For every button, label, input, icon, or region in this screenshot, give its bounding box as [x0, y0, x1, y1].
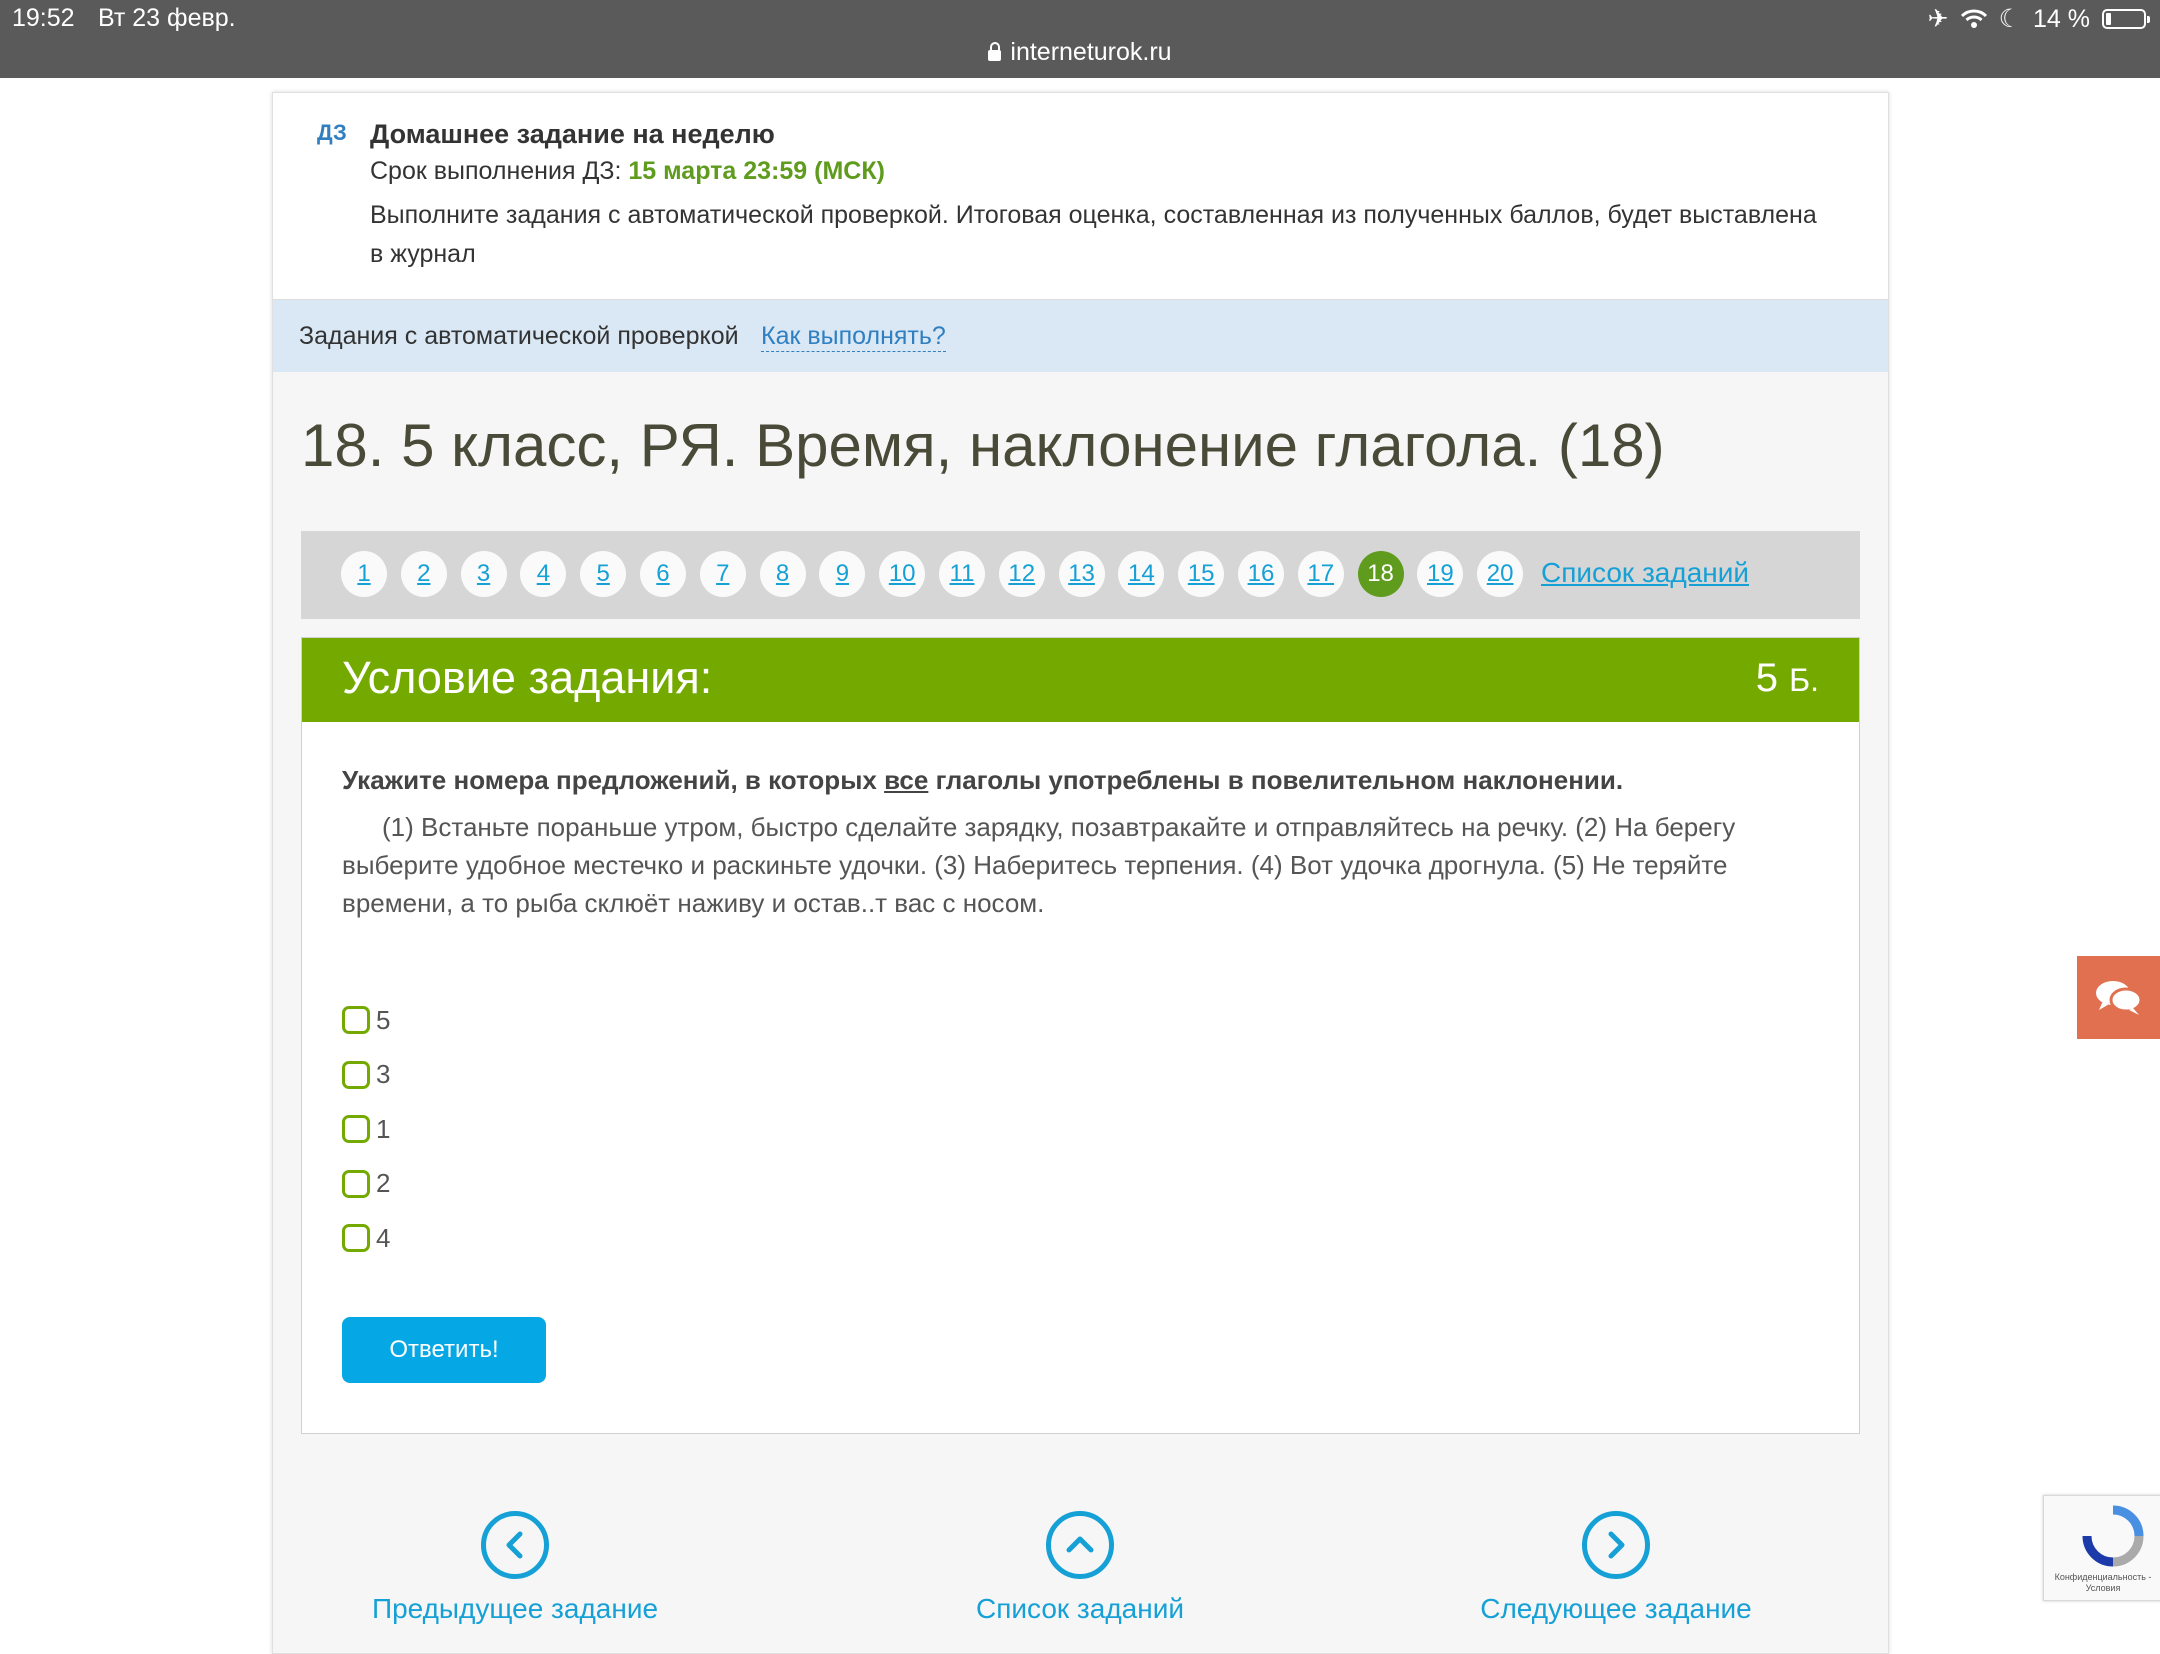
- option-checkbox[interactable]: [342, 1006, 370, 1035]
- task-number-10[interactable]: 10: [879, 551, 926, 597]
- option-checkbox[interactable]: [342, 1115, 370, 1144]
- homework-badge: ДЗ: [317, 120, 347, 145]
- recaptcha-text: Конфиденциальность - Условия: [2054, 1572, 2152, 1593]
- task-list-bottom-link[interactable]: Список заданий: [930, 1511, 1230, 1625]
- recaptcha-icon: [2082, 1505, 2144, 1567]
- lock-icon: [988, 42, 1002, 61]
- condition-title: Условие задания:: [342, 652, 713, 703]
- next-task-link[interactable]: Следующее задание: [1466, 1511, 1766, 1625]
- chevron-up-icon: [1046, 1511, 1114, 1579]
- task-number-11[interactable]: 11: [938, 551, 985, 597]
- task-list-bottom-label: Список заданий: [975, 1593, 1184, 1624]
- browser-status-bar: 19:52 Вт 23 февр. interneturok.ru ✈ ☾ 14…: [0, 0, 2160, 78]
- answer-option[interactable]: 5: [342, 993, 390, 1048]
- address-bar[interactable]: interneturok.ru: [0, 38, 2160, 67]
- homework-title: Домашнее задание на неделю: [370, 119, 775, 149]
- task-number-7[interactable]: 7: [699, 551, 746, 597]
- option-label: 3: [376, 1059, 391, 1090]
- moon-icon: ☾: [1998, 5, 2022, 33]
- task-number-20[interactable]: 20: [1477, 551, 1524, 597]
- task-number-1[interactable]: 1: [341, 551, 387, 597]
- task-number-list: 1 2 3 4 5 6 7 8 9 10 11 12 13 14 15 16 17 18 19 20: [341, 551, 1537, 597]
- points-unit: Б.: [1789, 662, 1819, 698]
- answer-button[interactable]: Ответить!: [342, 1317, 546, 1383]
- answer-option[interactable]: 2: [342, 1157, 390, 1212]
- page-content: ДЗ Домашнее задание на неделю Срок выпол…: [272, 92, 1889, 1654]
- task-number-16[interactable]: 16: [1237, 551, 1284, 597]
- task-number-17[interactable]: 17: [1297, 551, 1344, 597]
- option-label: 2: [376, 1168, 391, 1199]
- auto-check-bar: Задания с автоматической проверкой Как в…: [273, 300, 1888, 372]
- task-number-18[interactable]: 18: [1357, 551, 1404, 597]
- chat-button[interactable]: [2077, 956, 2160, 1039]
- task-number-2[interactable]: 2: [400, 551, 447, 597]
- wifi-icon: [1960, 9, 1987, 28]
- answer-option[interactable]: 4: [342, 1211, 390, 1266]
- answer-options: 5 3 1 2 4: [342, 993, 390, 1266]
- task-number-4[interactable]: 4: [520, 551, 567, 597]
- task-number-3[interactable]: 3: [460, 551, 507, 597]
- option-checkbox[interactable]: [342, 1224, 370, 1253]
- how-to-link[interactable]: Как выполнять?: [761, 322, 946, 352]
- deadline-label: Срок выполнения ДЗ:: [370, 157, 622, 185]
- task-number-12[interactable]: 12: [998, 551, 1045, 597]
- prev-task-link[interactable]: Предыдущее задание: [365, 1511, 665, 1625]
- task-pagination: 1 2 3 4 5 6 7 8 9 10 11 12 13 14 15 16 17 18 19 20 Список з…: [301, 531, 1860, 619]
- task-number-13[interactable]: 13: [1058, 551, 1105, 597]
- url-text: interneturok.ru: [1010, 38, 1172, 66]
- battery-level: [2106, 13, 2111, 25]
- homework-deadline: Срок выполнения ДЗ: 15 марта 23:59 (МСК): [370, 157, 885, 186]
- points-badge: 5 Б.: [1756, 656, 1819, 701]
- homework-panel: ДЗ Домашнее задание на неделю Срок выпол…: [273, 93, 1888, 300]
- answer-option[interactable]: 1: [342, 1102, 390, 1157]
- option-label: 1: [376, 1113, 391, 1144]
- task-list-link[interactable]: Список заданий: [1541, 557, 1749, 589]
- battery-icon: [2102, 9, 2150, 29]
- chevron-left-icon: [481, 1511, 549, 1579]
- date: Вт 23 февр.: [98, 4, 236, 32]
- chevron-right-icon: [1582, 1511, 1650, 1579]
- option-label: 4: [376, 1222, 391, 1253]
- chat-icon: [2095, 980, 2142, 1015]
- task-number-8[interactable]: 8: [759, 551, 806, 597]
- option-label: 5: [376, 1004, 391, 1035]
- question-part-1: Укажите номера предложений, в которых: [342, 765, 885, 795]
- deadline-value: 15 марта 23:59 (МСК): [628, 157, 885, 185]
- auto-check-label: Задания с автоматической проверкой: [299, 322, 739, 350]
- prev-task-label: Предыдущее задание: [371, 1593, 659, 1624]
- option-checkbox[interactable]: [342, 1169, 370, 1198]
- page-title: 18. 5 класс, РЯ. Время, наклонение глаго…: [301, 412, 1665, 479]
- task-number-19[interactable]: 19: [1417, 551, 1464, 597]
- recaptcha-badge[interactable]: Конфиденциальность - Условия: [2043, 1495, 2160, 1601]
- task-number-14[interactable]: 14: [1118, 551, 1165, 597]
- exercise-text: (1) Встаньте пораньше утром, быстро сдел…: [342, 812, 1736, 918]
- battery-percent: 14 %: [2033, 4, 2090, 33]
- question-part-2: глаголы употреблены в повелительном накл…: [928, 765, 1624, 795]
- homework-description: Выполните задания с автоматической прове…: [370, 201, 1817, 268]
- bottom-navigation: Предыдущее задание Список заданий Следую…: [273, 1511, 1888, 1631]
- task-condition-panel: Условие задания: 5 Б. Укажите номера пре…: [301, 637, 1860, 1434]
- condition-header: Условие задания: 5 Б.: [302, 638, 1859, 722]
- answer-option[interactable]: 3: [342, 1048, 390, 1103]
- task-number-15[interactable]: 15: [1178, 551, 1225, 597]
- next-task-label: Следующее задание: [1480, 1593, 1752, 1624]
- task-number-6[interactable]: 6: [639, 551, 686, 597]
- points-value: 5: [1755, 656, 1778, 700]
- task-number-5[interactable]: 5: [580, 551, 627, 597]
- question-text: Укажите номера предложений, в которых вс…: [342, 765, 1623, 796]
- question-emphasis: все: [884, 765, 929, 795]
- task-number-9[interactable]: 9: [819, 551, 866, 597]
- option-checkbox[interactable]: [342, 1060, 370, 1089]
- clock: 19:52: [12, 4, 75, 32]
- airplane-icon: ✈: [1927, 5, 1949, 33]
- status-icons: ✈ ☾ 14 %: [1927, 4, 2150, 34]
